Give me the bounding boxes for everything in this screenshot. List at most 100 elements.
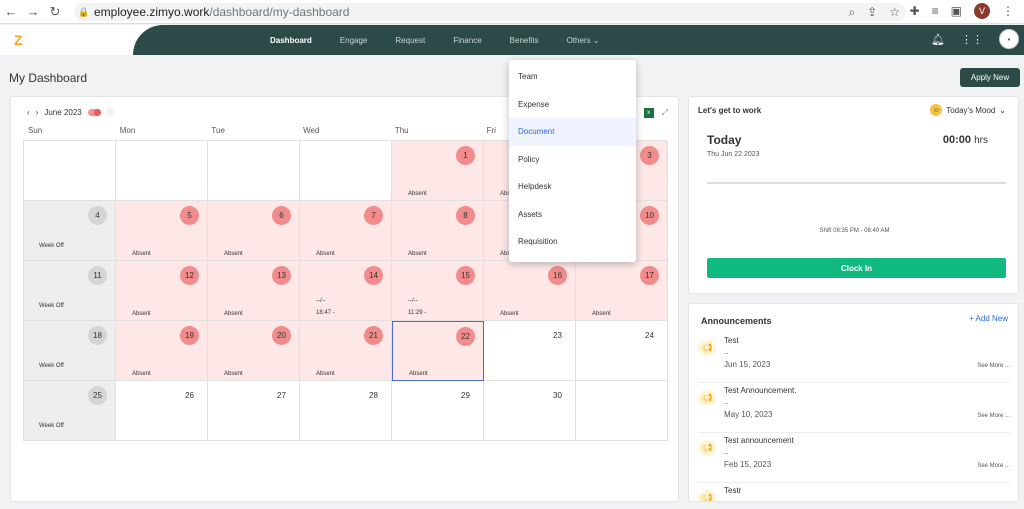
back-icon[interactable]: ← [0,4,22,19]
hours-value: 00:00 [942,134,972,146]
announcement-item[interactable]: 📢︎ Test Announcement... May 10, 2023 See Mo… [698,382,1010,433]
nav-dashboard[interactable]: Dashboard [270,36,312,45]
day-status: Week Off [39,243,64,249]
see-more-link[interactable]: See More ... [977,363,1010,369]
prev-month-icon[interactable]: ‹ [27,108,30,117]
zoom-icon[interactable]: ⌕ [848,5,855,20]
see-more-link[interactable]: See More ... [977,463,1010,469]
extensions-icon[interactable]: ✚ [910,4,920,18]
nav-request[interactable]: Request [395,36,425,45]
share-icon[interactable]: ⇪ [867,5,877,20]
browser-menu-icon[interactable]: ⋮ [1002,4,1014,18]
announcement-excerpt: .. [724,447,729,456]
menu-item-team[interactable]: Team [509,63,636,91]
address-bar[interactable]: 🔒 employee.zimyo.work/dashboard/my-dashb… [74,3,906,21]
user-avatar[interactable]: • [999,29,1019,49]
calendar-day-cell[interactable]: 22 Absent [392,321,484,381]
day-number: 24 [645,331,654,340]
calendar-day-cell[interactable]: 20 Absent [208,321,300,381]
day-status: Absent [132,311,151,317]
profile-avatar[interactable]: V [974,3,990,19]
day-number: 14 [364,266,383,285]
calendar-day-cell[interactable]: 18 Week Off [24,321,116,381]
calendar-day-cell[interactable]: 7 Absent [300,201,392,261]
calendar-day-cell[interactable]: 23 [484,321,576,381]
calendar-day-cell[interactable] [576,381,668,441]
see-more-link[interactable]: See More ... [977,413,1010,419]
day-number: 30 [553,391,562,400]
day-number: 4 [88,206,107,225]
calendar-day-cell[interactable]: 16 Absent [484,261,576,321]
calendar-day-cell[interactable] [300,141,392,201]
bookmark-star-icon[interactable]: ☆ [889,5,900,20]
calendar-day-cell[interactable]: 5 Absent [116,201,208,261]
day-status: Week Off [39,423,64,429]
calendar-day-cell[interactable]: 21 Absent [300,321,392,381]
media-icon[interactable]: ≡ [932,4,939,18]
view-toggle[interactable] [87,108,101,116]
sidepanel-icon[interactable]: ▣ [951,4,962,18]
calendar-day-cell[interactable]: 15 --/-- 11:29 - [392,261,484,321]
nav-engage[interactable]: Engage [340,36,368,45]
apply-new-button[interactable]: Apply New [960,68,1020,87]
weekday-label: Tue [211,126,225,135]
calendar-day-cell[interactable] [208,141,300,201]
info-icon[interactable]: ⓘ [107,107,114,117]
announcement-item[interactable]: 📢︎ Testr [698,482,1010,501]
calendar-day-cell[interactable]: 4 Week Off [24,201,116,261]
calendar-day-cell[interactable]: 12 Absent [116,261,208,321]
nav-others[interactable]: Others ⌄ [567,36,600,45]
calendar-day-cell[interactable]: 24 [576,321,668,381]
day-status: Week Off [39,363,64,369]
calendar-day-cell[interactable]: 6 Absent [208,201,300,261]
calendar-day-cell[interactable]: 14 --/-- 18:47 - [300,261,392,321]
calendar-day-cell[interactable]: 30 [484,381,576,441]
next-month-icon[interactable]: › [36,108,39,117]
day-status: Absent [316,371,335,377]
url-host: employee.zimyo.work [94,5,210,19]
announcement-date: May 10, 2023 [724,410,773,419]
nav-benefits[interactable]: Benefits [510,36,539,45]
clock-in-button[interactable]: Clock In [707,258,1006,278]
url-path: /dashboard/my-dashboard [209,5,350,19]
calendar-day-cell[interactable]: 26 [116,381,208,441]
zimyo-logo[interactable]: Z [14,32,23,48]
calendar-day-cell[interactable]: 11 Week Off [24,261,116,321]
work-card-title: Let's get to work [698,106,762,115]
calendar-day-cell[interactable] [116,141,208,201]
day-number: 12 [180,266,199,285]
excel-export-icon[interactable]: x [643,108,654,118]
apps-grid-icon[interactable]: ⋮⋮ [961,33,983,46]
calendar-day-cell[interactable]: 1 Absent [392,141,484,201]
calendar-day-cell[interactable]: 8 Absent [392,201,484,261]
megaphone-icon: 📢︎ [698,440,716,456]
calendar-day-cell[interactable]: 19 Absent [116,321,208,381]
reload-icon[interactable]: ↻ [44,4,66,20]
megaphone-icon: 📢︎ [698,390,716,406]
menu-item-helpdesk[interactable]: Helpdesk [509,173,636,201]
forward-icon[interactable]: → [22,4,44,19]
calendar-day-cell[interactable]: 29 [392,381,484,441]
nav-finance[interactable]: Finance [453,36,481,45]
expand-icon[interactable]: ⤢ [662,108,668,118]
add-announcement-link[interactable]: + Add New [969,314,1008,323]
bell-icon[interactable]: 🔔︎ [931,33,945,46]
calendar-day-cell[interactable]: 28 [300,381,392,441]
calendar-day-cell[interactable]: 25 Week Off [24,381,116,441]
todays-mood-dropdown[interactable]: ☺ Today's Mood ⌄ [930,104,1006,116]
day-number: 15 [456,266,475,285]
calendar-day-cell[interactable]: 27 [208,381,300,441]
menu-item-policy[interactable]: Policy [509,146,636,174]
day-number: 17 [640,266,659,285]
menu-item-assets[interactable]: Assets [509,201,636,229]
menu-item-document[interactable]: Document [509,118,636,146]
announcement-item[interactable]: 📢︎ Test.. Jun 15, 2023 See More ... [698,332,1010,383]
calendar-day-cell[interactable] [24,141,116,201]
page-title: My Dashboard [9,71,88,85]
calendar-day-cell[interactable]: 13 Absent [208,261,300,321]
menu-item-expense[interactable]: Expense [509,91,636,119]
day-number: 5 [180,206,199,225]
announcement-item[interactable]: 📢︎ Test announcement.. Feb 15, 2023 See Mor… [698,432,1010,483]
calendar-day-cell[interactable]: 17 Absent [576,261,668,321]
menu-item-requisition[interactable]: Requisition [509,228,636,256]
